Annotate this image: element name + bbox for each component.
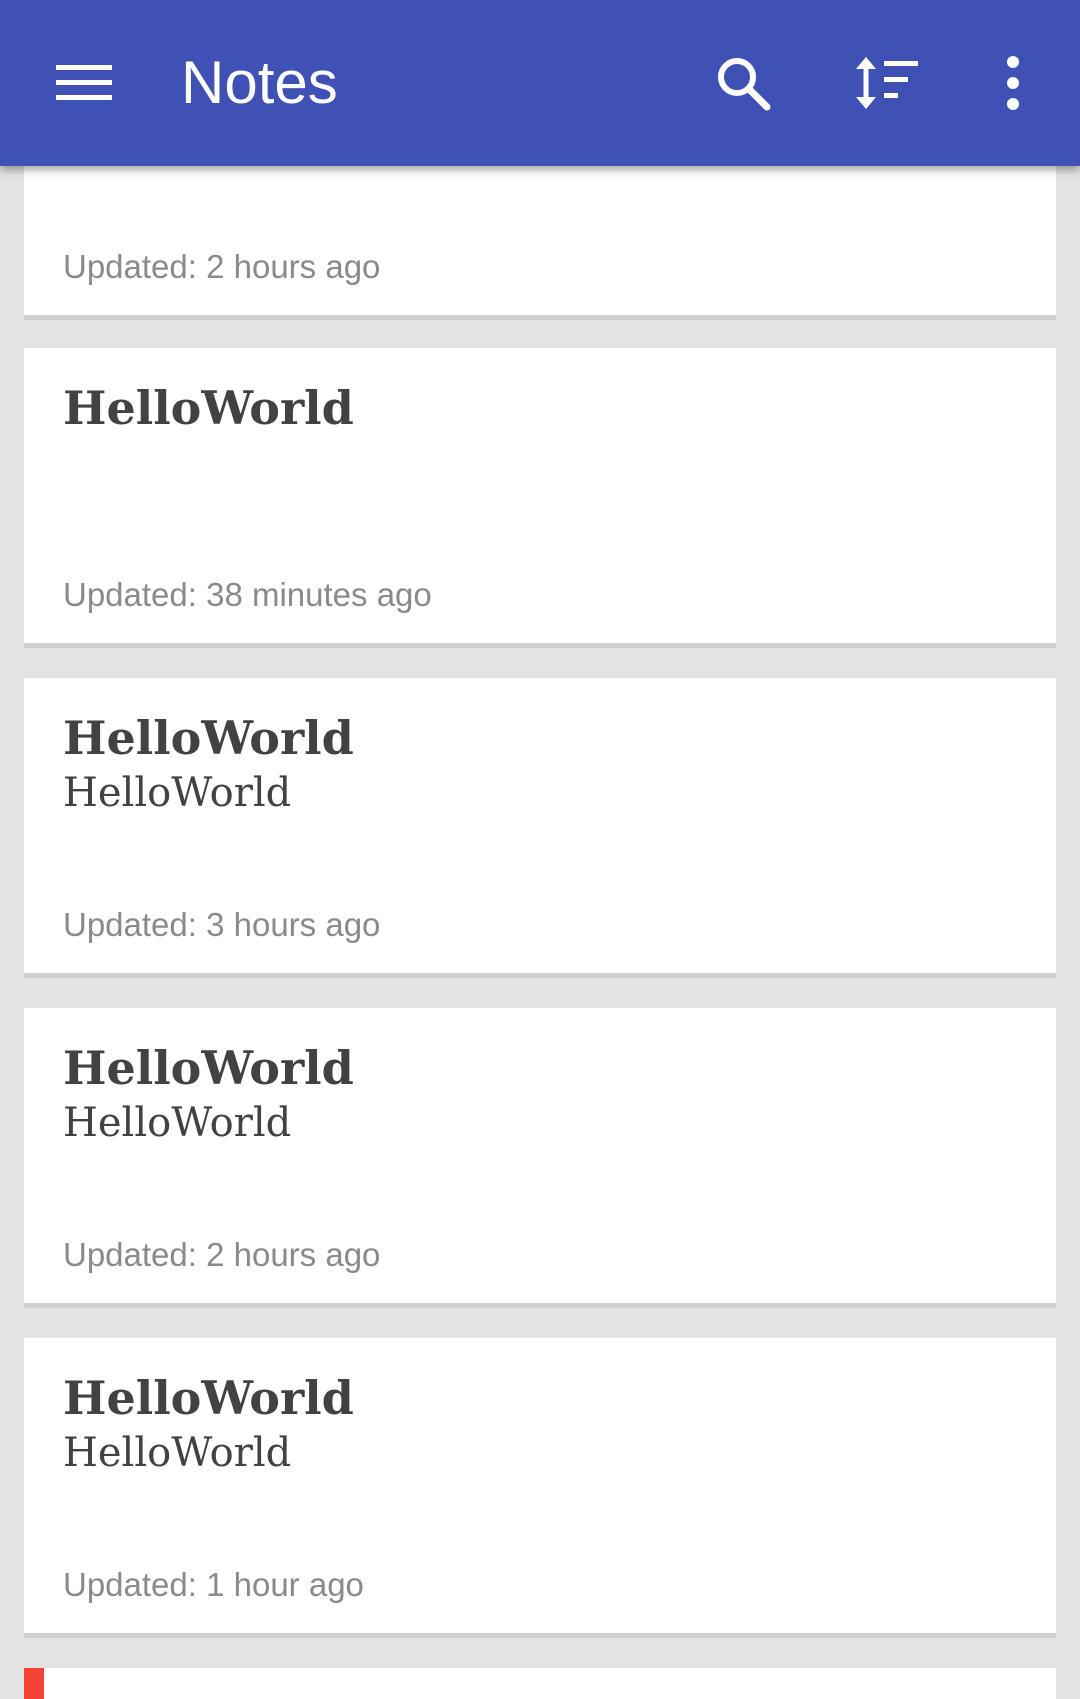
sort-icon bbox=[856, 57, 918, 109]
note-updated: Updated: 38 minutes ago bbox=[63, 576, 432, 613]
note-title: HelloWorld bbox=[63, 1371, 354, 1425]
note-color-tag bbox=[24, 1668, 44, 1699]
notes-list: Updated: 2 hours ago HelloWorld Updated:… bbox=[0, 0, 1080, 1699]
search-button[interactable] bbox=[700, 40, 786, 126]
app-bar: Notes bbox=[0, 0, 1080, 166]
note-title: HelloWorld bbox=[63, 711, 354, 765]
note-card[interactable]: HelloWorld HelloWorld Updated: 3 hours a… bbox=[24, 678, 1056, 978]
more-options-button[interactable] bbox=[970, 40, 1056, 126]
note-card[interactable] bbox=[24, 1668, 1056, 1699]
note-updated: Updated: 2 hours ago bbox=[63, 248, 381, 285]
note-card[interactable]: HelloWorld HelloWorld Updated: 2 hours a… bbox=[24, 1008, 1056, 1308]
note-title: HelloWorld bbox=[63, 1041, 354, 1095]
app-title: Notes bbox=[181, 49, 338, 116]
note-card[interactable]: HelloWorld Updated: 38 minutes ago bbox=[24, 348, 1056, 648]
menu-icon bbox=[56, 65, 112, 100]
menu-button[interactable] bbox=[41, 40, 127, 126]
sort-button[interactable] bbox=[844, 40, 930, 126]
note-updated: Updated: 2 hours ago bbox=[63, 1236, 381, 1273]
note-body: HelloWorld bbox=[63, 1100, 292, 1146]
search-icon bbox=[718, 58, 771, 111]
note-updated: Updated: 3 hours ago bbox=[63, 906, 381, 943]
note-updated: Updated: 1 hour ago bbox=[63, 1566, 364, 1603]
note-title: HelloWorld bbox=[63, 381, 354, 435]
more-vert-icon bbox=[1007, 56, 1019, 110]
note-body: HelloWorld bbox=[63, 770, 292, 816]
note-card[interactable]: HelloWorld HelloWorld Updated: 1 hour ag… bbox=[24, 1338, 1056, 1638]
note-body: HelloWorld bbox=[63, 1430, 292, 1476]
